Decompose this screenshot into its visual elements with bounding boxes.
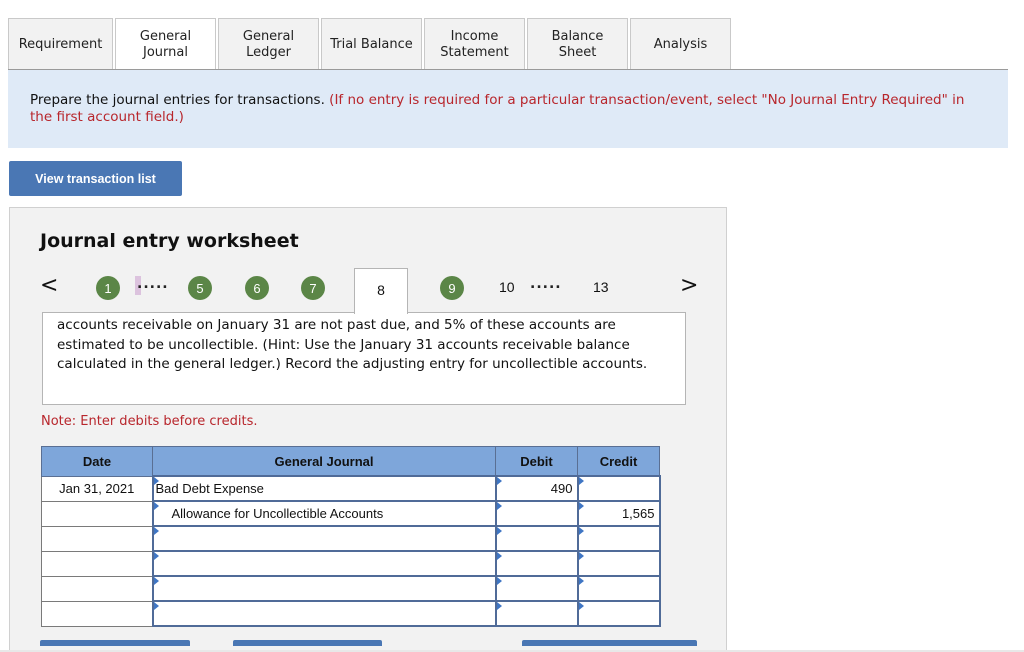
dropdown-marker-icon [153, 552, 159, 560]
table-row: Jan 31, 2021 Bad Debt Expense 490 [41, 475, 661, 502]
pager-ellipsis: ..... [137, 276, 169, 292]
tab-general-journal[interactable]: General Journal [115, 18, 216, 70]
input-marker-icon [578, 502, 584, 510]
account-field[interactable] [151, 550, 497, 577]
input-marker-icon [496, 577, 502, 585]
debit-field[interactable] [494, 600, 579, 627]
account-field[interactable] [151, 600, 497, 627]
account-value: Bad Debt Expense [155, 481, 264, 496]
credit-field[interactable]: 1,565 [576, 500, 661, 527]
tab-bar: Requirement General Journal General Ledg… [8, 18, 733, 70]
entry-pager: < 1 ..... 5 6 7 8 9 10 ..... 13 > [10, 268, 726, 314]
tab-income-statement-label: Income Statement [440, 28, 509, 60]
chevron-right-icon[interactable]: > [680, 273, 698, 298]
date-cell[interactable] [41, 500, 153, 527]
credit-field[interactable] [576, 575, 661, 602]
account-field[interactable] [151, 575, 497, 602]
date-cell[interactable] [41, 600, 153, 627]
input-marker-icon [496, 502, 502, 510]
tab-trial-balance[interactable]: Trial Balance [321, 18, 422, 70]
input-marker-icon [578, 552, 584, 560]
chevron-left-icon[interactable]: < [40, 273, 58, 298]
pager-item-10[interactable]: 10 [499, 279, 515, 295]
pager-item-1[interactable]: 1 [96, 276, 120, 300]
tab-income-statement[interactable]: Income Statement [424, 18, 525, 70]
tab-general-ledger[interactable]: General Ledger [218, 18, 319, 70]
tab-general-journal-label: General Journal [139, 28, 192, 60]
view-general-journal-button[interactable] [522, 640, 697, 646]
debit-field[interactable] [494, 550, 579, 577]
table-row [41, 575, 661, 602]
debit-field[interactable]: 490 [494, 475, 579, 502]
header-credit: Credit [577, 446, 660, 477]
debits-note: Note: Enter debits before credits. [41, 414, 258, 429]
debit-field[interactable] [494, 525, 579, 552]
pager-item-8-current[interactable]: 8 [354, 268, 408, 314]
account-field[interactable]: Bad Debt Expense [151, 475, 497, 502]
pager-item-9[interactable]: 9 [440, 276, 464, 300]
credit-field[interactable] [576, 475, 661, 502]
credit-field[interactable] [576, 550, 661, 577]
table-row: Allowance for Uncollectible Accounts 1,5… [41, 500, 661, 527]
input-marker-icon [496, 527, 502, 535]
transaction-description: accounts receivable on January 31 are no… [42, 312, 686, 405]
date-cell[interactable] [41, 575, 153, 602]
tab-analysis[interactable]: Analysis [630, 18, 731, 70]
date-cell[interactable] [41, 525, 153, 552]
pager-item-7[interactable]: 7 [301, 276, 325, 300]
input-marker-icon [578, 527, 584, 535]
journal-entry-worksheet: Journal entry worksheet < 1 ..... 5 6 7 … [9, 207, 727, 652]
dropdown-marker-icon [153, 502, 159, 510]
pager-item-6[interactable]: 6 [245, 276, 269, 300]
table-row [41, 600, 661, 627]
date-cell[interactable]: Jan 31, 2021 [41, 475, 153, 502]
input-marker-icon [496, 477, 502, 485]
input-marker-icon [578, 477, 584, 485]
debit-field[interactable] [494, 575, 579, 602]
header-debit: Debit [495, 446, 578, 477]
debit-field[interactable] [494, 500, 579, 527]
table-row [41, 525, 661, 552]
input-marker-icon [496, 552, 502, 560]
pager-ellipsis-2: ..... [530, 276, 562, 292]
instructions-panel: Prepare the journal entries for transact… [8, 70, 1008, 148]
instructions-text: Prepare the journal entries for transact… [30, 92, 330, 108]
record-entry-button[interactable] [40, 640, 190, 646]
dropdown-marker-icon [153, 602, 159, 610]
dropdown-marker-icon [153, 577, 159, 585]
tab-general-ledger-label: General Ledger [242, 28, 295, 60]
tab-requirement[interactable]: Requirement [8, 18, 113, 70]
worksheet-title: Journal entry worksheet [40, 230, 299, 252]
journal-table: Date General Journal Debit Credit Jan 31… [41, 446, 661, 627]
table-row [41, 550, 661, 577]
input-marker-icon [496, 602, 502, 610]
pager-item-5[interactable]: 5 [188, 276, 212, 300]
clear-entry-button[interactable] [233, 640, 382, 646]
pager-item-13[interactable]: 13 [593, 279, 609, 295]
debit-value: 490 [550, 481, 573, 496]
dropdown-marker-icon [153, 527, 159, 535]
table-header-row: Date General Journal Debit Credit [41, 446, 660, 477]
account-field[interactable] [151, 525, 497, 552]
tab-balance-sheet[interactable]: Balance Sheet [527, 18, 628, 70]
credit-field[interactable] [576, 525, 661, 552]
account-field[interactable]: Allowance for Uncollectible Accounts [151, 500, 497, 527]
dropdown-marker-icon [153, 477, 159, 485]
credit-value: 1,565 [621, 506, 655, 521]
header-general-journal: General Journal [152, 446, 496, 477]
account-value: Allowance for Uncollectible Accounts [171, 506, 384, 521]
credit-field[interactable] [576, 600, 661, 627]
input-marker-icon [578, 602, 584, 610]
date-cell[interactable] [41, 550, 153, 577]
header-date: Date [41, 446, 153, 477]
input-marker-icon [578, 577, 584, 585]
view-transaction-list-button[interactable]: View transaction list [9, 161, 182, 196]
